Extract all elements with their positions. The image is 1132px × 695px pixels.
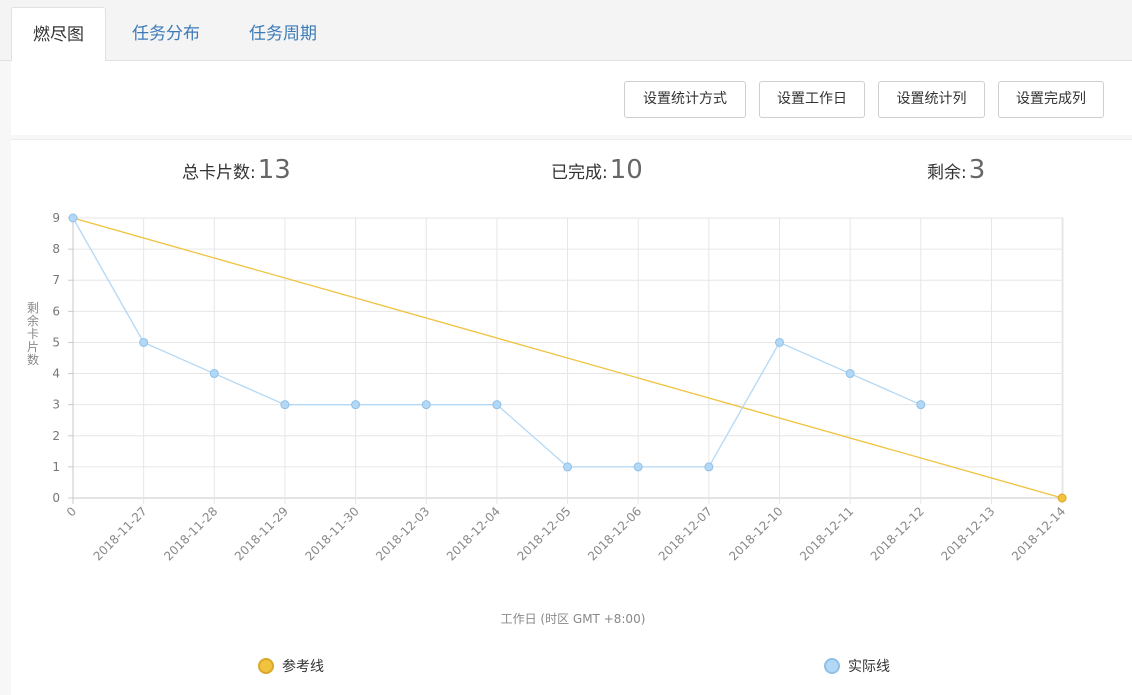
x-tick-label: 2018-12-03 [373, 504, 432, 563]
actual-point [421, 400, 431, 410]
actual-point [209, 369, 219, 379]
x-tick-label: 2018-11-29 [232, 504, 291, 563]
actual-point [492, 400, 502, 410]
x-tick-label: 2018-12-05 [514, 504, 573, 563]
x-tick-label: 2018-12-13 [938, 504, 997, 563]
y-tick-label: 4 [52, 367, 60, 381]
x-tick-label: 2018-12-04 [444, 504, 503, 563]
legend-item-actual[interactable]: 实际线 [824, 655, 890, 677]
actual-point [563, 462, 573, 472]
y-tick-label: 8 [52, 242, 60, 256]
y-tick-label: 9 [52, 211, 60, 225]
burndown-chart: 0 1 2 3 4 5 6 7 8 9 0 2018-11-27 2018-11-28 2018-11-2… [27, 211, 1068, 626]
x-tick-label: 2018-11-27 [91, 504, 150, 563]
reference-point [1057, 493, 1067, 503]
x-axis-label: 工作日 (时区 GMT +8:00) [501, 612, 646, 626]
x-tick-label: 2018-12-10 [726, 504, 785, 563]
actual-point [280, 400, 290, 410]
y-tick-label: 3 [52, 398, 60, 412]
x-tick-label: 2018-11-28 [161, 504, 220, 563]
x-tick-label: 2018-12-14 [1009, 504, 1068, 563]
y-axis-label: 剩余卡片数 [27, 301, 39, 367]
actual-point [633, 462, 643, 472]
actual-point [775, 337, 784, 347]
legend-actual-swatch [824, 658, 840, 674]
legend-reference-swatch [258, 658, 274, 674]
x-tick-label: 2018-12-07 [656, 504, 715, 563]
x-tick-label: 0 [64, 504, 79, 519]
x-tick-label: 2018-11-30 [303, 504, 362, 563]
y-tick-label: 5 [52, 335, 60, 349]
x-tick-label: 2018-12-11 [797, 504, 856, 563]
actual-point [68, 213, 78, 223]
x-tick-label: 2018-12-12 [868, 504, 927, 563]
y-tick-label: 0 [52, 491, 60, 505]
x-tick-label: 2018-12-06 [585, 504, 644, 563]
y-tick-label: 2 [52, 429, 60, 443]
actual-point [704, 462, 714, 472]
actual-point [139, 337, 149, 347]
legend-item-reference[interactable]: 参考线 [258, 655, 324, 677]
burndown-app: 燃尽图 任务分布 任务周期 设置统计方式 设置工作日 设置统计列 设置完成列 总… [0, 0, 1132, 695]
legend-actual-label: 实际线 [848, 659, 890, 675]
y-tick-label: 7 [52, 273, 60, 287]
actual-point [916, 400, 926, 410]
actual-point [845, 369, 855, 379]
actual-point [351, 400, 361, 410]
y-tick-label: 6 [52, 304, 60, 318]
legend-reference-label: 参考线 [282, 659, 324, 675]
y-tick-label: 1 [52, 460, 60, 474]
